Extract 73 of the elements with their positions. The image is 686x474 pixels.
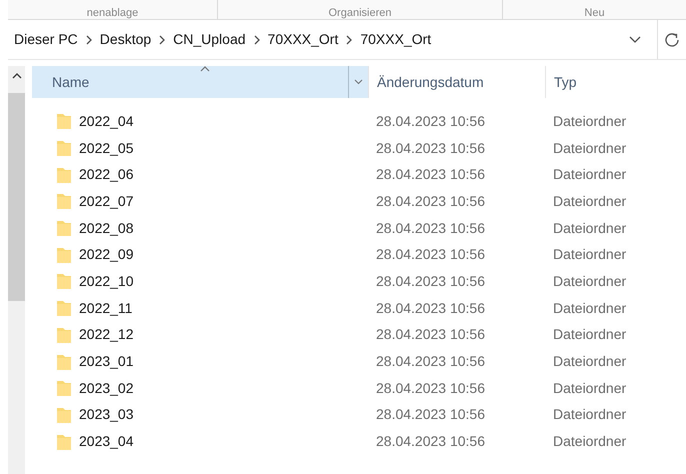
refresh-icon[interactable] [664, 32, 680, 48]
file-type: Dateiordner [553, 140, 626, 156]
breadcrumb-item[interactable]: Dieser PC [14, 29, 78, 50]
file-type: Dateiordner [553, 112, 626, 129]
breadcrumb-item[interactable]: 70XXX_Ort [360, 29, 432, 50]
chevron-right-icon[interactable] [346, 34, 352, 44]
folder-icon [57, 246, 71, 263]
file-type: Dateiordner [553, 166, 626, 182]
chevron-right-icon[interactable] [159, 34, 166, 44]
folder-icon [57, 434, 71, 450]
folder-name[interactable]: 2023_01 [79, 351, 134, 372]
folder-name[interactable]: 2022_04 [79, 110, 134, 132]
file-type: Dateiordner [553, 326, 626, 342]
folder-icon [57, 326, 71, 343]
modified-date: 28.04.2023 10:56 [376, 300, 485, 316]
folder-name[interactable]: 2022_10 [79, 270, 134, 292]
modified-date: 28.04.2023 10:56 [376, 433, 485, 450]
folder-icon [57, 406, 71, 423]
modified-date: 28.04.2023 10:56 [376, 112, 485, 129]
folder-icon [57, 273, 71, 290]
folder-name[interactable]: 2022_07 [79, 190, 134, 212]
folder-name[interactable]: 2022_05 [79, 138, 134, 159]
chevron-right-icon[interactable] [254, 34, 260, 44]
folder-name[interactable]: 2022_12 [79, 324, 134, 346]
file-type: Dateiordner [553, 406, 626, 422]
modified-date: 28.04.2023 10:56 [376, 192, 485, 209]
modified-date: 28.04.2023 10:56 [376, 326, 485, 342]
folder-name[interactable]: 2023_03 [79, 404, 134, 426]
breadcrumb-item[interactable]: 70XXX_Ort [268, 29, 338, 50]
modified-date: 28.04.2023 10:56 [376, 246, 485, 262]
sort-ascending-icon [200, 66, 210, 72]
modified-date: 28.04.2023 10:56 [376, 220, 485, 236]
ribbon-group-label: Organisieren [328, 7, 392, 19]
breadcrumb-item[interactable]: Desktop [100, 29, 152, 50]
folder-icon [57, 140, 71, 156]
scroll-up-icon[interactable] [12, 72, 22, 79]
folder-icon [57, 300, 71, 316]
dropdown-chevron-icon[interactable] [629, 36, 641, 44]
modified-date: 28.04.2023 10:56 [376, 140, 485, 156]
scrollbar-thumb[interactable] [8, 93, 25, 301]
ribbon-group-label: nenablage [86, 7, 138, 19]
column-header[interactable]: Name [32, 66, 368, 98]
folder-icon [57, 380, 71, 396]
file-type: Dateiordner [553, 353, 626, 370]
folder-icon [57, 193, 71, 210]
breadcrumb-item[interactable]: CN_Upload [173, 29, 246, 50]
file-type: Dateiordner [553, 246, 626, 262]
file-type: Dateiordner [553, 380, 626, 396]
folder-name[interactable]: 2022_08 [79, 218, 134, 239]
folder-name[interactable]: 2023_02 [79, 378, 134, 399]
ribbon-group-label: Neu [584, 7, 605, 19]
file-type: Dateiordner [553, 220, 626, 236]
folder-icon [57, 166, 71, 183]
file-type: Dateiordner [553, 300, 626, 316]
folder-name[interactable]: 2022_11 [79, 298, 132, 319]
modified-date: 28.04.2023 10:56 [376, 380, 485, 396]
file-type: Dateiordner [553, 272, 626, 289]
folder-name[interactable]: 2022_06 [79, 164, 134, 186]
folder-name[interactable]: 2023_04 [79, 431, 134, 452]
folder-icon [57, 220, 71, 236]
column-header[interactable]: Änderungsdatum [368, 66, 545, 98]
file-type: Dateiordner [553, 192, 626, 209]
folder-icon [57, 354, 71, 370]
folder-name[interactable]: 2022_09 [79, 244, 134, 266]
column-header[interactable]: Typ [545, 66, 686, 98]
modified-date: 28.04.2023 10:56 [376, 166, 485, 182]
modified-date: 28.04.2023 10:56 [376, 353, 485, 370]
folder-icon [57, 113, 71, 130]
chevron-right-icon[interactable] [86, 34, 92, 44]
modified-date: 28.04.2023 10:56 [376, 272, 485, 289]
filter-chevron-icon[interactable] [354, 79, 363, 85]
file-type: Dateiordner [553, 433, 626, 450]
modified-date: 28.04.2023 10:56 [376, 406, 485, 422]
